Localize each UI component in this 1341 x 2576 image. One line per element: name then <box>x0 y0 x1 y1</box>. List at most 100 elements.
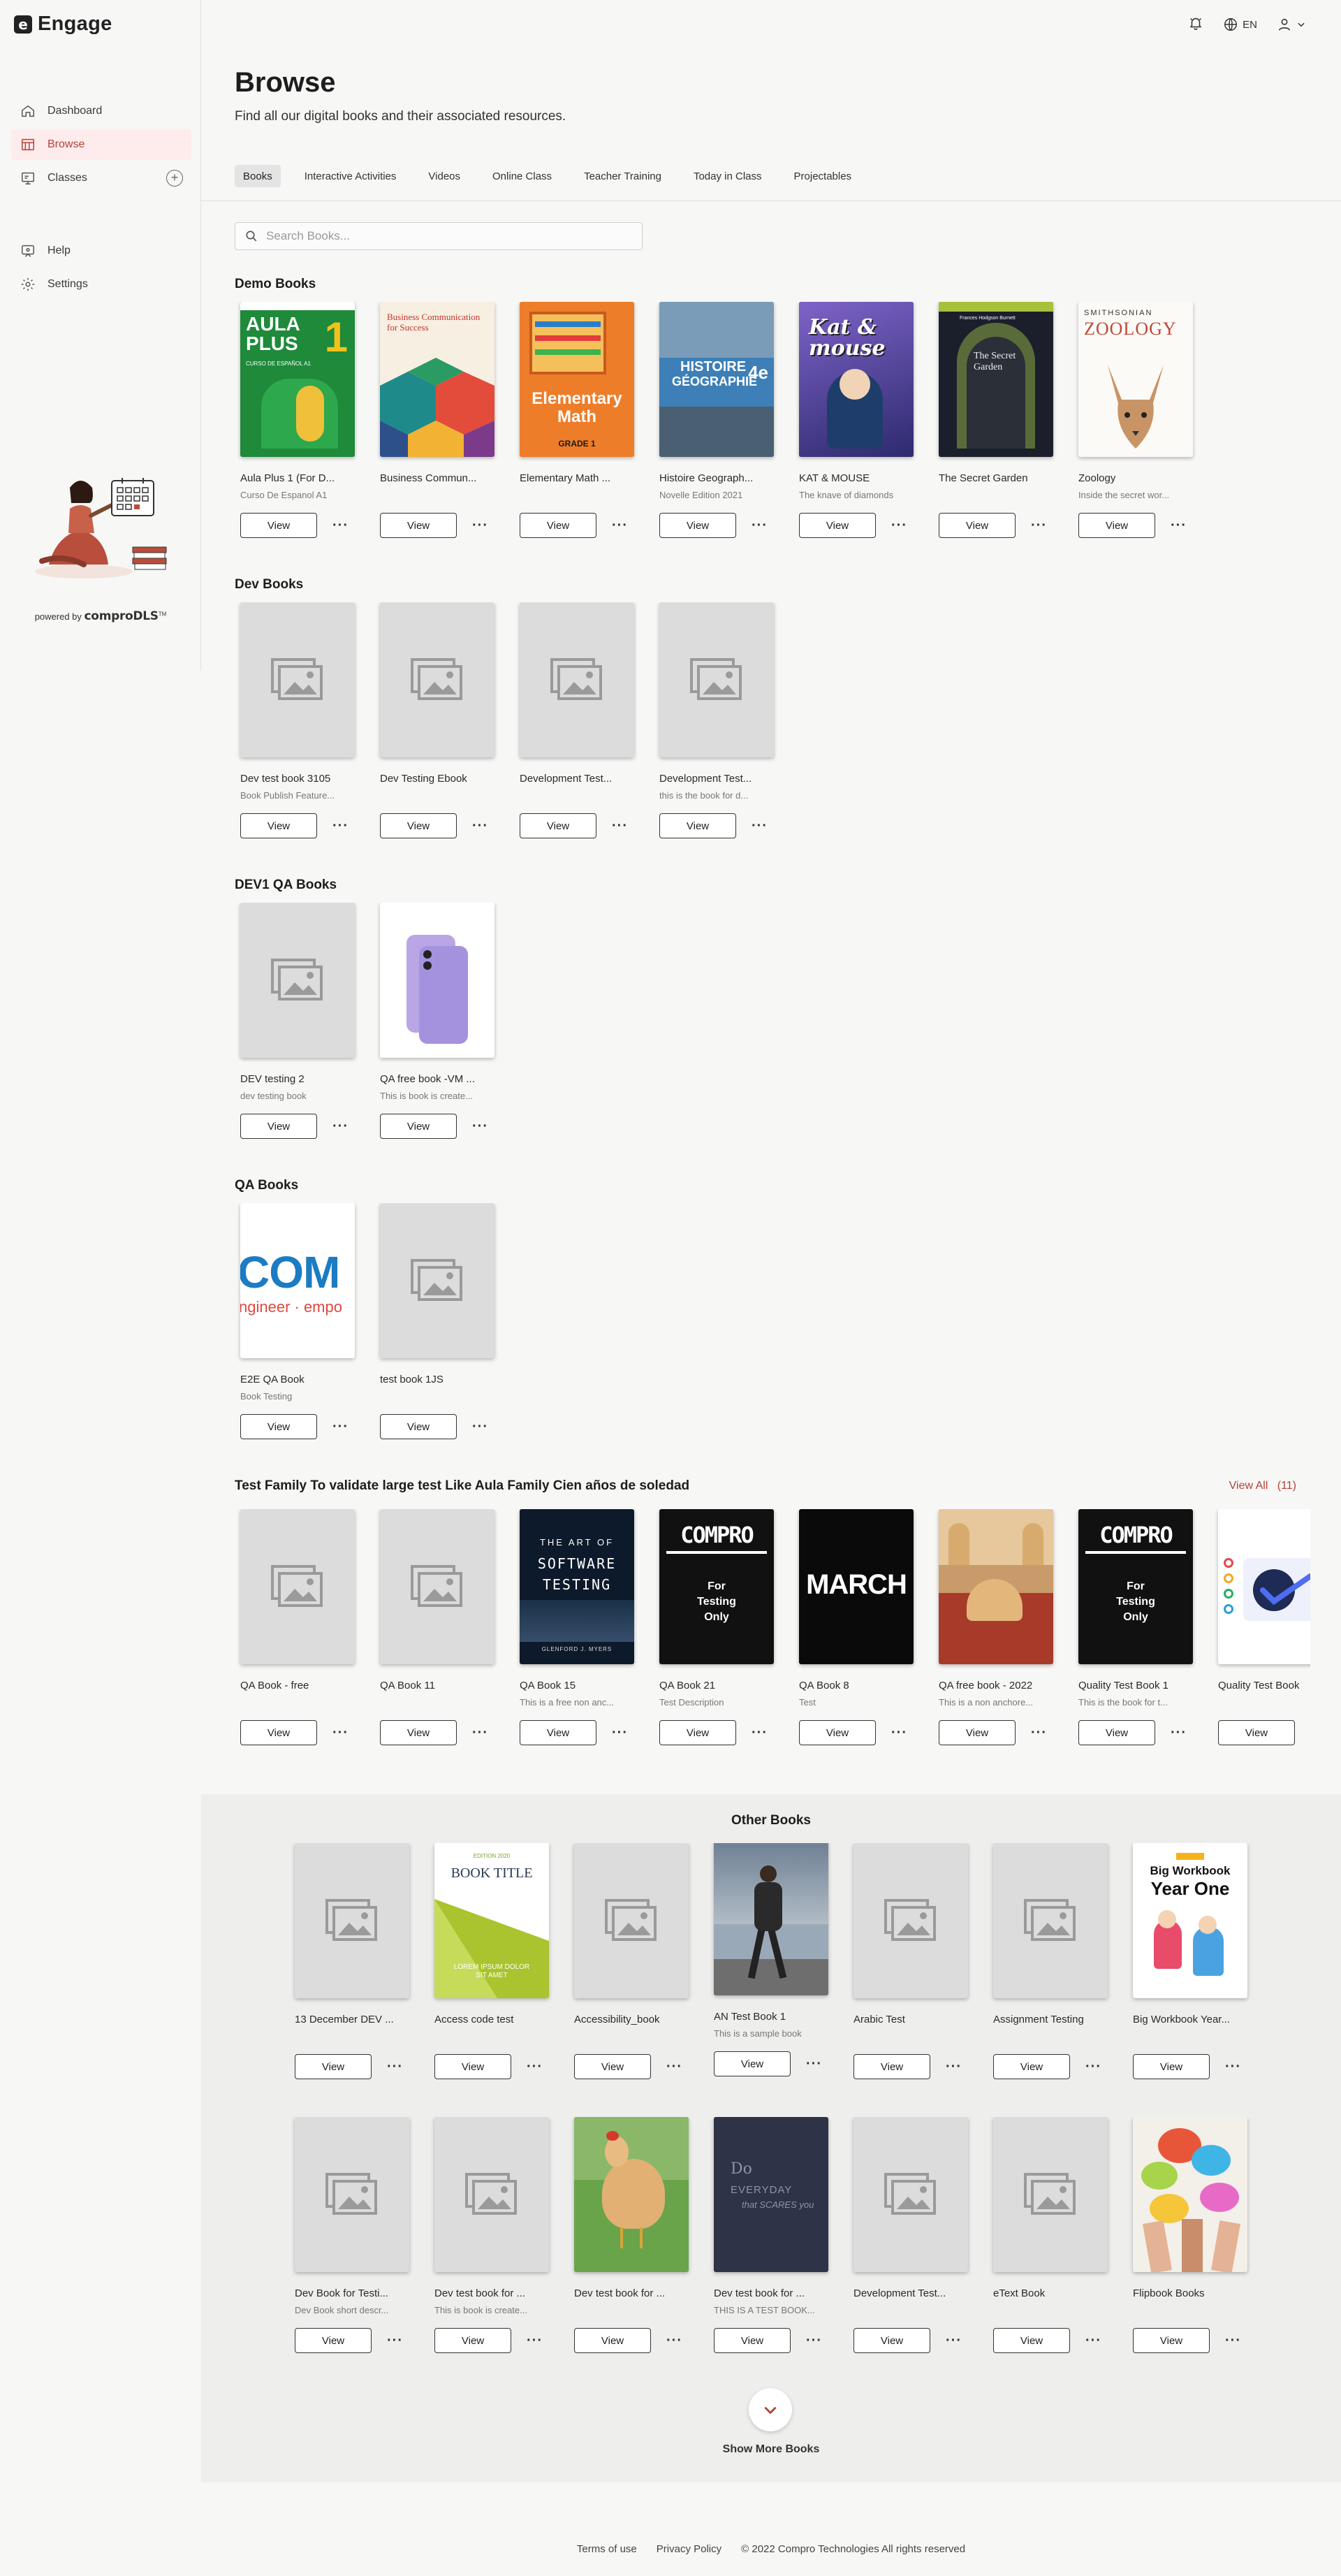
more-options-icon[interactable]: ··· <box>666 2334 682 2348</box>
view-button[interactable]: View <box>295 2054 372 2079</box>
book-card[interactable]: Development Test... View ··· <box>514 602 654 838</box>
more-options-icon[interactable]: ··· <box>891 518 907 532</box>
book-cover[interactable] <box>659 602 774 757</box>
book-cover[interactable]: EDITION 2020 BOOK TITLE LOREM IPSUM DOLO… <box>434 1843 549 1998</box>
book-cover[interactable] <box>380 1203 494 1358</box>
book-cover[interactable] <box>380 903 494 1058</box>
book-card[interactable]: SMITHSONIAN ZOOLOGY Zoology Inside the s… <box>1073 302 1212 538</box>
more-options-icon[interactable]: ··· <box>891 1726 907 1740</box>
more-options-icon[interactable]: ··· <box>1085 2334 1101 2348</box>
view-button[interactable]: View <box>434 2054 511 2079</box>
more-options-icon[interactable]: ··· <box>612 819 628 833</box>
book-cover[interactable]: Do EVERYDAY that SCARES you <box>714 2117 828 2272</box>
view-button[interactable]: View <box>240 1720 317 1745</box>
book-card[interactable]: QA free book - 2022 This is a non anchor… <box>933 1509 1073 1745</box>
view-button[interactable]: View <box>380 1114 457 1139</box>
view-button[interactable]: View <box>853 2054 930 2079</box>
view-button[interactable]: View <box>993 2054 1070 2079</box>
view-button[interactable]: View <box>240 513 317 538</box>
book-cover[interactable]: AULA PLUS 1 CURSO DE ESPAÑOL A1 <box>240 302 355 457</box>
view-button[interactable]: View <box>380 813 457 838</box>
book-cover[interactable] <box>240 602 355 757</box>
book-card[interactable]: Dev Book for Testi... Dev Book short des… <box>289 2117 429 2353</box>
book-card[interactable]: Assignment Testing View ··· <box>988 1843 1127 2079</box>
more-options-icon[interactable]: ··· <box>472 819 488 833</box>
language-selector[interactable]: EN <box>1223 17 1257 32</box>
view-button[interactable]: View <box>380 513 457 538</box>
book-card[interactable]: Kat & mouse KAT & MOUSE The knave of dia… <box>793 302 933 538</box>
more-options-icon[interactable]: ··· <box>946 2060 962 2074</box>
more-options-icon[interactable]: ··· <box>752 1726 768 1740</box>
book-cover[interactable] <box>520 602 634 757</box>
book-cover[interactable] <box>434 2117 549 2272</box>
book-cover[interactable] <box>574 2117 689 2272</box>
view-button[interactable]: View <box>295 2328 372 2353</box>
user-menu[interactable] <box>1277 17 1306 32</box>
more-options-icon[interactable]: ··· <box>527 2060 543 2074</box>
view-button[interactable]: View <box>240 813 317 838</box>
book-card[interactable]: COMPRO For Testing Only QA Book 21 Test … <box>654 1509 793 1745</box>
book-card[interactable]: Do EVERYDAY that SCARES you Dev test boo… <box>708 2117 848 2353</box>
search-input[interactable] <box>266 229 615 243</box>
book-card[interactable]: QA Book - free View ··· <box>235 1509 374 1745</box>
more-options-icon[interactable]: ··· <box>612 1726 628 1740</box>
book-card[interactable]: 13 December DEV ... View ··· <box>289 1843 429 2079</box>
view-button[interactable]: View <box>380 1414 457 1439</box>
book-cover[interactable] <box>1133 2117 1247 2272</box>
book-cover[interactable] <box>380 602 494 757</box>
book-cover[interactable] <box>853 1843 968 1998</box>
more-options-icon[interactable]: ··· <box>332 1420 349 1434</box>
more-options-icon[interactable]: ··· <box>946 2334 962 2348</box>
more-options-icon[interactable]: ··· <box>472 518 488 532</box>
more-options-icon[interactable]: ··· <box>332 819 349 833</box>
view-button[interactable]: View <box>1133 2328 1210 2353</box>
tab-books[interactable]: Books <box>235 165 281 187</box>
view-button[interactable]: View <box>659 513 736 538</box>
view-button[interactable]: View <box>1133 2054 1210 2079</box>
view-button[interactable]: View <box>380 1720 457 1745</box>
book-cover[interactable]: COM ngineer · empo <box>240 1203 355 1358</box>
more-options-icon[interactable]: ··· <box>332 1726 349 1740</box>
view-button[interactable]: View <box>799 513 876 538</box>
view-button[interactable]: View <box>939 513 1016 538</box>
view-button[interactable]: View <box>240 1114 317 1139</box>
book-card[interactable]: Dev Testing Ebook View ··· <box>374 602 514 838</box>
book-card[interactable]: MARCH QA Book 8 Test View ··· <box>793 1509 933 1745</box>
view-button[interactable]: View <box>574 2328 651 2353</box>
more-options-icon[interactable]: ··· <box>472 1726 488 1740</box>
book-card[interactable]: DEV testing 2 dev testing book View ··· <box>235 903 374 1139</box>
book-cover[interactable]: HISTOIRE GÉOGRAPHIE 4e <box>659 302 774 457</box>
book-card[interactable]: COMPRO For Testing Only Quality Test Boo… <box>1073 1509 1212 1745</box>
view-button[interactable]: View <box>659 1720 736 1745</box>
more-options-icon[interactable]: ··· <box>612 518 628 532</box>
book-cover[interactable] <box>380 1509 494 1664</box>
tab-videos[interactable]: Videos <box>420 165 469 187</box>
view-button[interactable]: View <box>520 513 596 538</box>
view-button[interactable]: View <box>939 1720 1016 1745</box>
view-button[interactable]: View <box>520 813 596 838</box>
more-options-icon[interactable]: ··· <box>387 2334 403 2348</box>
book-cover[interactable]: Kat & mouse <box>799 302 914 457</box>
tab-teacher-training[interactable]: Teacher Training <box>576 165 670 187</box>
book-card[interactable]: COM ngineer · empo E2E QA Book Book Test… <box>235 1203 374 1439</box>
more-options-icon[interactable]: ··· <box>806 2334 822 2348</box>
privacy-link[interactable]: Privacy Policy <box>657 2543 721 2555</box>
book-cover[interactable] <box>574 1843 689 1998</box>
more-options-icon[interactable]: ··· <box>752 819 768 833</box>
notification-icon[interactable] <box>1188 15 1203 34</box>
show-more-button[interactable] <box>749 2388 792 2431</box>
more-options-icon[interactable]: ··· <box>1031 518 1047 532</box>
book-card[interactable]: eText Book View ··· <box>988 2117 1127 2353</box>
book-cover[interactable] <box>295 1843 409 1998</box>
more-options-icon[interactable]: ··· <box>1171 518 1187 532</box>
book-card[interactable]: Frances Hodgson Burnett The Secret Garde… <box>933 302 1073 538</box>
book-card[interactable]: Quality Test Book View <box>1212 1509 1310 1745</box>
sidebar-item-classes[interactable]: Classes + <box>11 163 191 194</box>
book-card[interactable]: Elementary Math GRADE 1 Elementary Math … <box>514 302 654 538</box>
book-cover[interactable]: THE ART OF SOFTWARE TESTING GLENFORD J. … <box>520 1509 634 1664</box>
book-card[interactable]: Development Test... this is the book for… <box>654 602 793 838</box>
book-card[interactable]: Dev test book 3105 Book Publish Feature.… <box>235 602 374 838</box>
terms-link[interactable]: Terms of use <box>577 2543 637 2555</box>
book-card[interactable]: THE ART OF SOFTWARE TESTING GLENFORD J. … <box>514 1509 654 1745</box>
book-cover[interactable]: COMPRO For Testing Only <box>1078 1509 1193 1664</box>
